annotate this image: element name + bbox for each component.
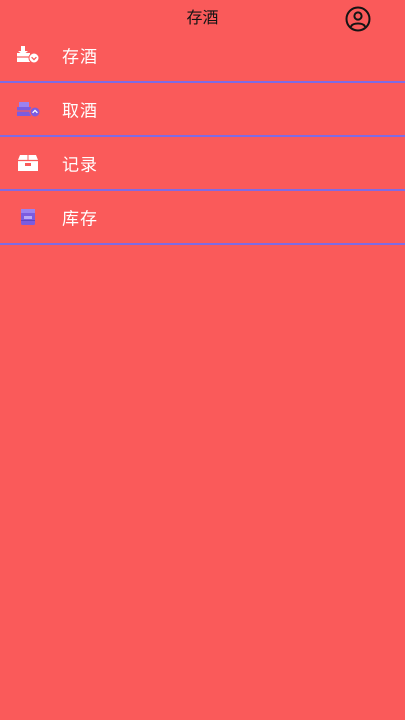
menu-item-label: 记录 xyxy=(62,155,98,176)
menu-item-withdraw[interactable]: 取酒 xyxy=(0,83,405,137)
deposit-box-icon xyxy=(15,44,41,66)
menu-item-records[interactable]: 记录 xyxy=(0,137,405,191)
menu-item-label: 存酒 xyxy=(62,47,98,68)
record-box-icon xyxy=(15,152,41,174)
menu-item-deposit[interactable]: 存酒 xyxy=(0,29,405,83)
main-menu: 存酒 取酒 记录 库存 xyxy=(0,29,405,245)
menu-item-inventory[interactable]: 库存 xyxy=(0,191,405,245)
menu-item-label: 库存 xyxy=(62,209,98,230)
withdraw-box-icon xyxy=(15,98,41,120)
inventory-box-icon xyxy=(15,206,41,228)
menu-item-label: 取酒 xyxy=(62,101,98,122)
